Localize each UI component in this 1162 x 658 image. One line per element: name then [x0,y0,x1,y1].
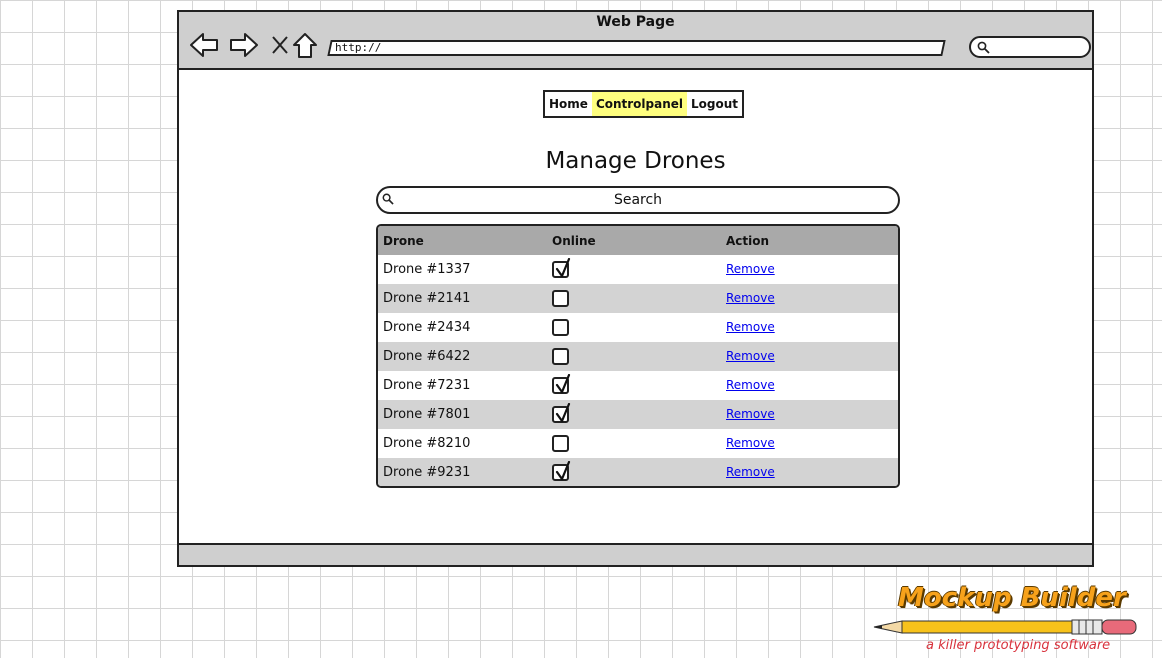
drone-name-cell: Drone #8210 [383,436,471,451]
remove-link[interactable]: Remove [726,320,775,334]
action-cell: Remove [726,378,898,393]
drone-name-cell: Drone #2141 [383,291,471,306]
logo-title: Mockup Builder [898,583,1126,613]
browser-search-field[interactable] [969,36,1091,58]
menu-item-home[interactable]: Home [545,92,592,116]
browser-statusbar [179,543,1092,565]
column-header-action: Action [726,233,770,248]
online-cell [552,403,726,423]
online-cell [552,374,726,394]
action-cell: Remove [726,262,898,277]
checkmark-icon [555,374,571,394]
window-title: Web Page [596,14,675,30]
mockup-builder-logo: Mockup Builder a killer prototyping soft… [872,583,1152,655]
online-cell [552,461,726,481]
browser-titlebar: Web Page http:// [179,12,1092,70]
remove-link[interactable]: Remove [726,436,775,450]
table-row: Drone #2434 Remove [378,313,898,342]
checkmark-icon [555,258,571,278]
online-cell [552,290,726,307]
back-arrow-icon[interactable] [189,31,219,59]
drone-name-cell: Drone #1337 [383,262,471,277]
action-cell: Remove [726,320,898,335]
drone-name-cell: Drone #6422 [383,349,471,364]
search-icon [977,41,990,54]
remove-link[interactable]: Remove [726,378,775,392]
column-header-online: Online [552,233,596,248]
online-cell [552,435,726,452]
remove-link[interactable]: Remove [726,291,775,305]
online-checkbox[interactable] [552,348,569,365]
online-checkbox-checked[interactable] [552,403,571,423]
table-row: Drone #7231 Remove [378,371,898,400]
online-cell [552,348,726,365]
remove-link[interactable]: Remove [726,407,775,421]
drone-name-cell: Drone #7801 [383,407,471,422]
search-icon [382,193,394,205]
online-checkbox[interactable] [552,290,569,307]
remove-link[interactable]: Remove [726,465,775,479]
drone-name-cell: Drone #9231 [383,465,471,480]
action-cell: Remove [726,407,898,422]
page-title: Manage Drones [545,148,726,174]
online-cell [552,319,726,336]
action-cell: Remove [726,349,898,364]
table-row: Drone #2141 Remove [378,284,898,313]
logo-tagline: a killer prototyping software [926,638,1111,653]
table-row: Drone #6422 Remove [378,342,898,371]
menu-item-logout[interactable]: Logout [687,92,742,116]
checkmark-icon [555,461,571,481]
remove-link[interactable]: Remove [726,349,775,363]
pencil-icon [873,619,1137,635]
main-menu: Home Controlpanel Logout [543,90,745,118]
action-cell: Remove [726,291,898,306]
forward-arrow-icon[interactable] [229,31,259,59]
remove-link[interactable]: Remove [726,262,775,276]
drones-table: Drone Online Action Drone #1337 Remove Dro… [376,224,900,488]
online-checkbox-checked[interactable] [552,258,571,278]
table-header: Drone Online Action [378,226,898,255]
action-cell: Remove [726,436,898,451]
online-checkbox-checked[interactable] [552,461,571,481]
online-cell [552,258,726,278]
table-row: Drone #8210 Remove [378,429,898,458]
url-text: http:// [335,41,382,54]
browser-window: Web Page http:// Home Controlpanel Logou… [177,10,1094,567]
table-row: Drone #9231 Remove [378,458,898,486]
url-bar[interactable]: http:// [327,40,946,56]
table-row: Drone #1337 Remove [378,255,898,284]
menu-item-controlpanel[interactable]: Controlpanel [591,92,688,116]
table-row: Drone #7801 Remove [378,400,898,429]
online-checkbox[interactable] [552,319,569,336]
drone-name-cell: Drone #7231 [383,378,471,393]
action-cell: Remove [726,465,898,480]
home-icon[interactable] [291,31,319,59]
drone-search-input[interactable]: Search [376,186,900,214]
column-header-drone: Drone [383,233,424,248]
online-checkbox[interactable] [552,435,569,452]
table-body: Drone #1337 Remove Drone #2141 Remove Drone … [378,255,898,486]
close-icon[interactable] [269,31,291,59]
checkmark-icon [555,403,571,423]
online-checkbox-checked[interactable] [552,374,571,394]
drone-name-cell: Drone #2434 [383,320,471,335]
search-placeholder: Search [613,192,663,208]
